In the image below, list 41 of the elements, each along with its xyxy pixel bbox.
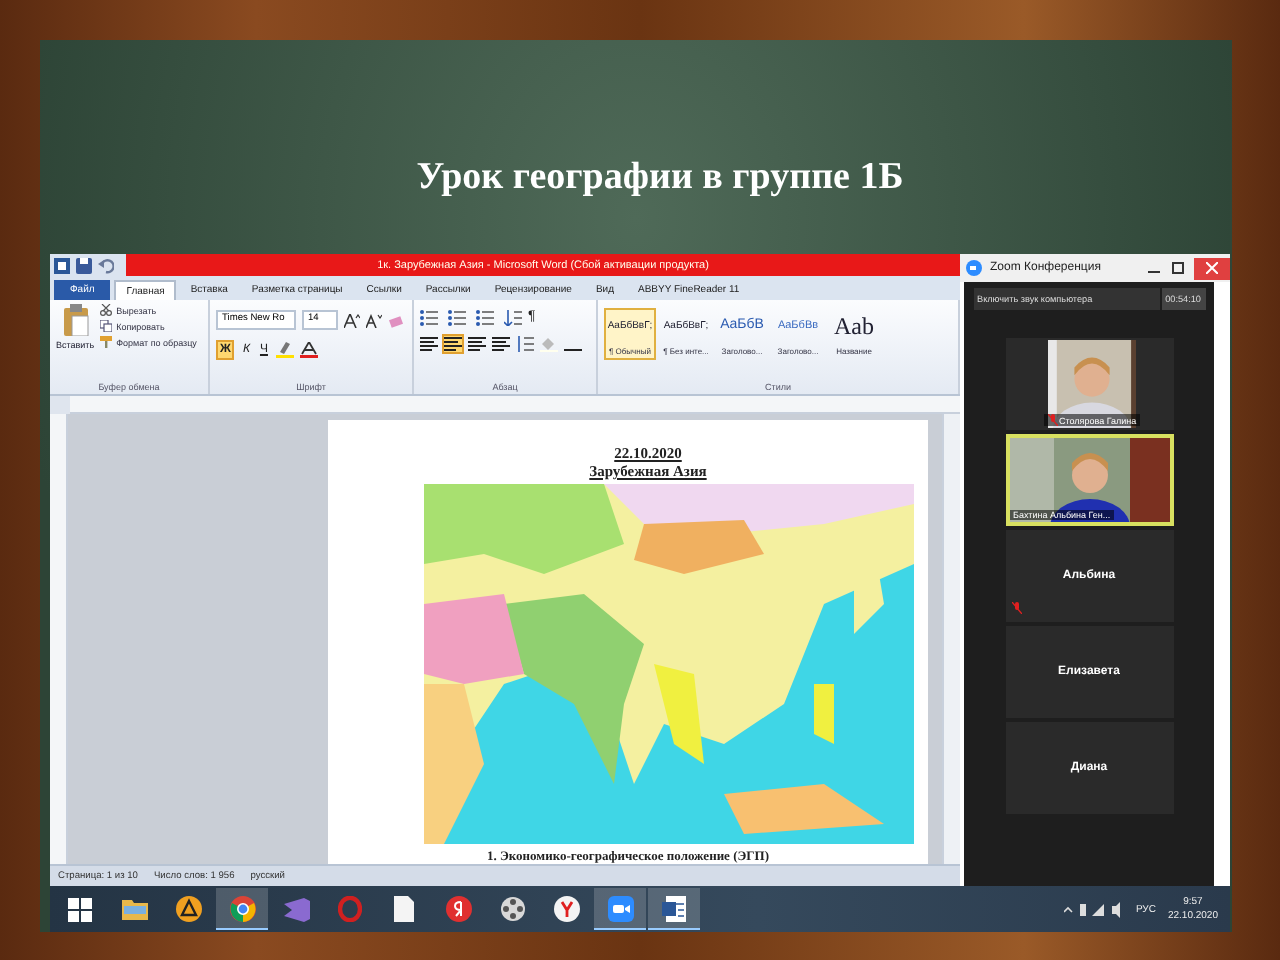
align-icon[interactable] xyxy=(492,336,510,352)
list-icon[interactable] xyxy=(420,310,442,326)
font-shrink-icon[interactable] xyxy=(366,313,382,327)
video-camera-icon xyxy=(607,895,633,921)
undo-icon[interactable] xyxy=(98,257,114,273)
list-icon[interactable] xyxy=(476,310,498,326)
maximize-icon[interactable] xyxy=(1170,260,1186,276)
slide-title: Урок географии в группе 1Б xyxy=(416,155,904,199)
letter-logo-icon xyxy=(445,896,471,922)
align-icon[interactable] xyxy=(468,336,486,352)
file-icon xyxy=(394,896,414,922)
brush-icon xyxy=(100,336,113,348)
round-logo-icon xyxy=(553,896,579,922)
close-button[interactable] xyxy=(1194,257,1230,279)
scrollbar[interactable] xyxy=(942,414,960,864)
sort-icon[interactable] xyxy=(504,310,522,326)
document-icon xyxy=(662,895,686,921)
ribbon-logo-icon xyxy=(283,897,309,921)
align-icon[interactable] xyxy=(420,336,438,352)
copy-icon xyxy=(100,320,113,332)
clipboard-icon xyxy=(61,304,90,336)
close-icon xyxy=(1206,262,1218,274)
taskbar-button[interactable] xyxy=(648,888,700,930)
align-icon[interactable] xyxy=(444,336,462,352)
browser-icon xyxy=(229,895,255,921)
font-grow-icon[interactable] xyxy=(344,313,360,327)
windows-icon xyxy=(68,897,92,921)
list-icon[interactable] xyxy=(448,310,470,326)
highlight-icon[interactable] xyxy=(275,342,294,358)
word-icon[interactable] xyxy=(54,257,70,273)
folder-icon xyxy=(121,898,147,920)
scissors-icon xyxy=(100,304,113,316)
ring-logo-icon xyxy=(338,896,362,922)
tray-icons xyxy=(1063,901,1124,917)
taskbar-button[interactable] xyxy=(594,888,646,930)
triangle-logo-icon xyxy=(175,896,201,922)
save-icon[interactable] xyxy=(76,257,92,273)
line-spacing-icon[interactable] xyxy=(516,336,534,352)
camera-icon xyxy=(966,260,982,276)
font-color-icon[interactable] xyxy=(299,342,318,358)
film-reel-icon xyxy=(499,896,525,922)
